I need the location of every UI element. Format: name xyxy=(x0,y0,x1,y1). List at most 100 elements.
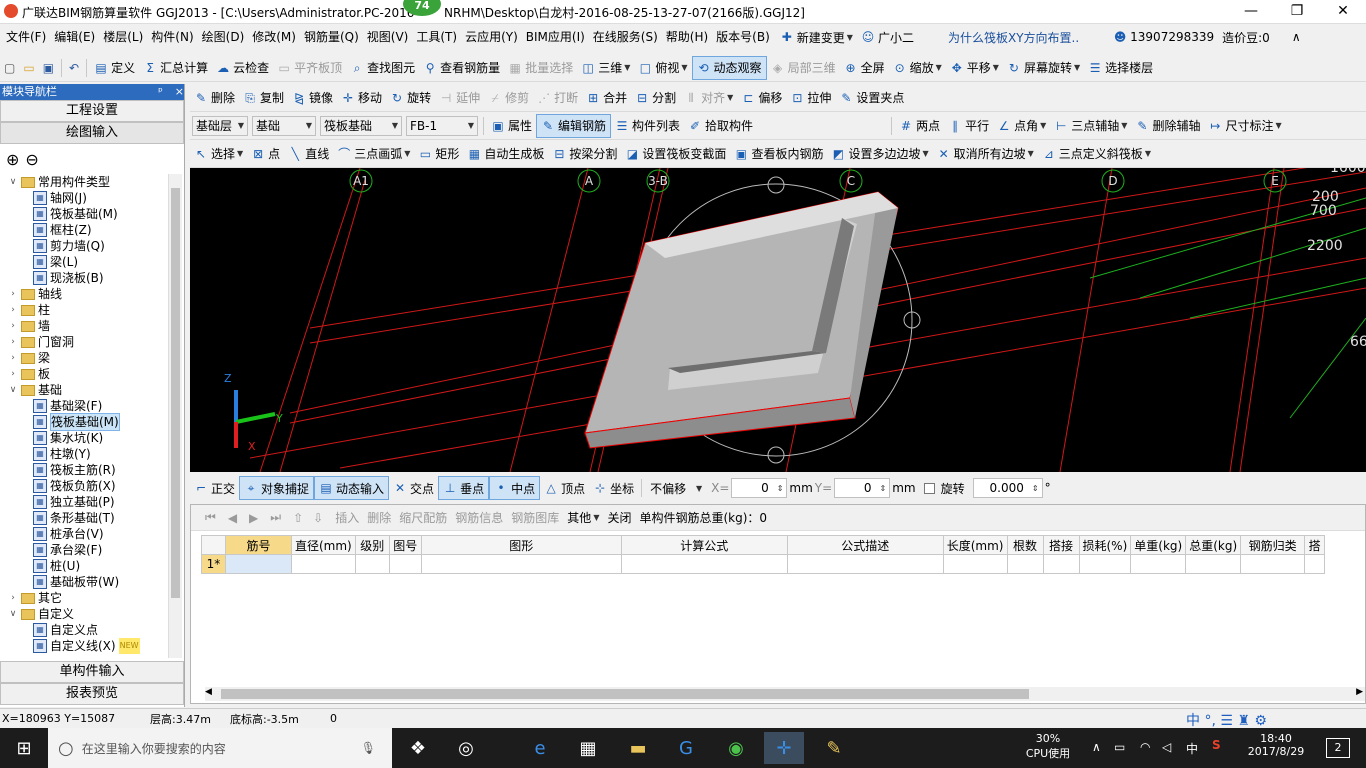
pick-button[interactable]: ✐ 拾取构件 xyxy=(684,114,757,138)
tree-node[interactable]: ▦ 筏板基础(M) xyxy=(0,413,172,431)
table-cell[interactable] xyxy=(1042,554,1080,574)
collapse-icon[interactable]: ∨ xyxy=(8,382,18,398)
offset-mode-select[interactable]: 不偏移 ▼ xyxy=(647,478,706,498)
table-cell[interactable] xyxy=(1240,554,1306,574)
glodon-icon[interactable]: G xyxy=(666,732,706,764)
menu-item-13[interactable]: 版本号(B) xyxy=(712,24,774,50)
menu-item-4[interactable]: 绘图(D) xyxy=(198,24,249,50)
component-select[interactable]: FB-1 ▼ xyxy=(406,115,478,136)
tree-node[interactable]: ▦ 筏板主筋(R) xyxy=(0,462,172,478)
flush-slab-button[interactable]: ▭ 平齐板顶 xyxy=(273,56,346,80)
minimize-button[interactable]: — xyxy=(1228,0,1274,24)
ime-toolbar[interactable]: 中 °, ☰ ♜ ⚙ xyxy=(1186,710,1267,730)
menu-item-1[interactable]: 编辑(E) xyxy=(50,24,99,50)
object-snap-button[interactable]: ⌖ 对象捕捉 xyxy=(239,476,315,500)
properties-button[interactable]: ▣ 属性 xyxy=(487,114,536,138)
menu-item-12[interactable]: 帮助(H) xyxy=(662,24,712,50)
sloped-raft-button[interactable]: ⊿ 三点定义斜筏板 ▼ xyxy=(1038,142,1155,166)
3d-button[interactable]: ◫ 三维 ▼ xyxy=(577,56,634,80)
view-slab-rebar-button[interactable]: ▣ 查看板内钢筋 xyxy=(730,142,827,166)
grip-button[interactable]: ✎ 设置夹点 xyxy=(835,86,908,110)
tree-node[interactable]: ∨ 自定义 xyxy=(0,606,172,622)
collapse-icon[interactable]: ∨ xyxy=(8,606,18,622)
wifi-icon[interactable]: ◠ xyxy=(1140,740,1150,754)
3d-viewport[interactable]: A1 A 3-B C D E 1600 200 700 2200 66 Z Y X xyxy=(190,168,1366,472)
rebar-action-4[interactable]: 钢筋图库 xyxy=(507,506,563,530)
align-button[interactable]: ⫴ 对齐 ▼ xyxy=(680,86,737,110)
table-cell[interactable] xyxy=(225,554,292,574)
tree-node[interactable]: › 梁 xyxy=(0,350,172,366)
edit-rebar-button[interactable]: ✎ 编辑钢筋 xyxy=(536,113,612,138)
project-settings-button[interactable]: 工程设置 xyxy=(0,100,184,122)
tree-node[interactable]: › 其它 xyxy=(0,590,172,606)
expand-icon[interactable]: › xyxy=(8,334,18,350)
split-button[interactable]: ⊟ 分割 xyxy=(631,86,680,110)
next-record-icon[interactable]: ▶ xyxy=(249,511,258,525)
tree-node[interactable]: › 轴线 xyxy=(0,286,172,302)
column-header[interactable]: 公式描述 xyxy=(786,535,944,555)
close-icon[interactable]: × xyxy=(175,85,184,98)
tree-node[interactable]: ∨ 基础 xyxy=(0,382,172,398)
rotate-input[interactable]: 0.000 ⇕ xyxy=(972,478,1043,498)
expand-icon[interactable]: › xyxy=(8,366,18,382)
network-icon[interactable]: ▭ xyxy=(1114,740,1125,754)
two-point-button[interactable]: # 两点 xyxy=(895,114,944,138)
single-component-input-button[interactable]: 单构件输入 xyxy=(0,661,184,683)
tree-node[interactable]: ▦ 承台梁(F) xyxy=(0,542,172,558)
account-button[interactable]: ☻ 13907298339 xyxy=(1109,25,1218,49)
menu-item-6[interactable]: 钢筋量(Q) xyxy=(300,24,363,50)
new-change-menu[interactable]: ✚ 新建变更 ▼ xyxy=(776,25,857,49)
expand-icon[interactable]: › xyxy=(8,302,18,318)
tree-node[interactable]: ▦ 筏板基础(M) xyxy=(0,206,172,222)
line-button[interactable]: ╲ 直线 xyxy=(284,142,333,166)
trim-button[interactable]: ⌿ 修剪 xyxy=(484,86,533,110)
rebar-action-1[interactable]: 删除 xyxy=(363,506,395,530)
ggj-app-icon[interactable]: ✛ xyxy=(764,732,804,764)
orbit-button[interactable]: ⟲ 动态观察 xyxy=(691,55,767,80)
floor-select[interactable]: 基础层 ▼ xyxy=(192,115,248,136)
ortho-button[interactable]: ⌐ 正交 xyxy=(190,476,239,500)
tree-node[interactable]: ▦ 轴网(J) xyxy=(0,190,172,206)
tree-node[interactable]: ▦ 桩承台(V) xyxy=(0,526,172,542)
report-preview-button[interactable]: 报表预览 xyxy=(0,683,184,705)
expand-icon[interactable]: › xyxy=(8,318,18,334)
menu-item-3[interactable]: 构件(N) xyxy=(147,24,197,50)
horizontal-scrollbar[interactable]: ◀ ▶ xyxy=(205,687,1365,701)
menu-item-5[interactable]: 修改(M) xyxy=(248,24,300,50)
slope-button[interactable]: ◩ 设置多边边坡 ▼ xyxy=(827,142,932,166)
prev-record-icon[interactable]: ◀ xyxy=(228,511,237,525)
menu-item-10[interactable]: BIM应用(I) xyxy=(522,24,589,50)
rebar-action-5[interactable]: 其他 ▼ xyxy=(563,506,603,530)
offset-button[interactable]: ⊏ 偏移 xyxy=(737,86,786,110)
rotate-button[interactable]: ↻ 旋转 xyxy=(386,86,435,110)
windows-start-icon[interactable]: ⊞ xyxy=(4,732,44,764)
column-header[interactable]: 总重(kg) xyxy=(1185,535,1242,555)
parallel-button[interactable]: ∥ 平行 xyxy=(944,114,993,138)
menu-item-9[interactable]: 云应用(Y) xyxy=(461,24,522,50)
delete-button[interactable]: ✎ 删除 xyxy=(190,86,239,110)
stretch-button[interactable]: ⊡ 拉伸 xyxy=(786,86,835,110)
view-rebar-button[interactable]: ⚲ 查看钢筋量 xyxy=(419,56,504,80)
tree-node[interactable]: ▦ 柱墩(Y) xyxy=(0,446,172,462)
table-cell[interactable] xyxy=(786,554,944,574)
table-cell[interactable] xyxy=(354,554,390,574)
tree-node[interactable]: › 门窗洞 xyxy=(0,334,172,350)
delete-axis-button[interactable]: ✎ 删除辅轴 xyxy=(1131,114,1204,138)
assistant-button[interactable]: ☺ 广小二 xyxy=(857,25,918,49)
column-header[interactable]: 级别 xyxy=(354,535,390,555)
select-floor-button[interactable]: ☰ 选择楼层 xyxy=(1084,56,1157,80)
rebar-action-0[interactable]: 插入 xyxy=(331,506,363,530)
auto-slab-button[interactable]: ▦ 自动生成板 xyxy=(463,142,548,166)
column-header[interactable]: 图形 xyxy=(420,535,622,555)
360-icon[interactable]: ◉ xyxy=(716,732,756,764)
tree-node[interactable]: ▦ 基础梁(F) xyxy=(0,398,172,414)
chevron-up-icon[interactable]: ∧ xyxy=(1292,30,1301,44)
menu-item-2[interactable]: 楼层(L) xyxy=(99,24,147,50)
rebar-action-6[interactable]: 关闭 xyxy=(603,506,635,530)
file-explorer-icon[interactable]: ▬ xyxy=(618,732,658,764)
expand-all-icon[interactable]: ⊕ xyxy=(6,150,19,169)
table-row[interactable]: 1* xyxy=(201,554,1326,574)
move-up-icon[interactable]: ⇧ xyxy=(293,511,303,525)
screen-rotate-button[interactable]: ↻ 屏幕旋转 ▼ xyxy=(1003,56,1084,80)
mirror-button[interactable]: ⧎ 镜像 xyxy=(288,86,337,110)
